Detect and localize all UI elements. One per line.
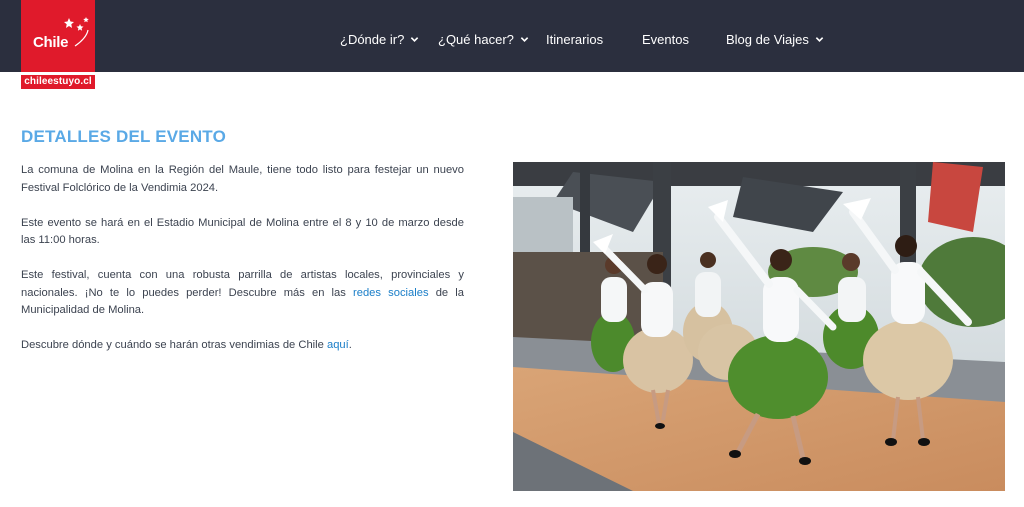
nav-label: Eventos [642,32,689,47]
event-photo [513,162,1005,491]
chevron-down-icon [410,35,419,44]
event-description: La comuna de Molina en la Región del Mau… [21,162,464,372]
paragraph-intro: La comuna de Molina en la Región del Mau… [21,164,464,194]
chevron-down-icon [520,35,529,44]
paragraph-text: . [348,339,352,351]
nav-blog-de-viajes[interactable]: Blog de Viajes [726,32,824,47]
nav-que-hacer[interactable]: ¿Qué hacer? [438,32,529,47]
dancers-illustration [513,162,1005,491]
paragraph-more-vendimias: Descubre dónde y cuándo se harán otras v… [21,337,464,355]
top-navbar: Chile ¿Dónde ir? ¿Qué hacer? Itinerarios… [0,0,1024,72]
nav-label: Blog de Viajes [726,32,809,47]
paragraph-schedule: Este evento se hará en el Estadio Munici… [21,216,464,247]
main-nav: ¿Dónde ir? ¿Qué hacer? Itinerarios Event… [0,0,1024,72]
paragraph-artists: Este festival, cuenta con una robusta pa… [21,267,464,320]
aqui-link[interactable]: aquí [327,339,349,351]
paragraph-text: Descubre dónde y cuándo se harán otras v… [21,339,327,351]
nav-label: ¿Dónde ir? [340,32,405,47]
chevron-down-icon [815,35,824,44]
social-media-link[interactable]: redes sociales [353,287,429,299]
nav-label: Itinerarios [546,32,604,47]
nav-donde-ir[interactable]: ¿Dónde ir? [340,32,419,47]
nav-itinerarios[interactable]: Itinerarios [546,32,603,47]
nav-eventos[interactable]: Eventos [642,32,689,47]
site-tag[interactable]: chileestuyo.cl [21,75,95,89]
nav-label: ¿Qué hacer? [438,32,514,47]
section-title: DETALLES DEL EVENTO [21,127,226,146]
